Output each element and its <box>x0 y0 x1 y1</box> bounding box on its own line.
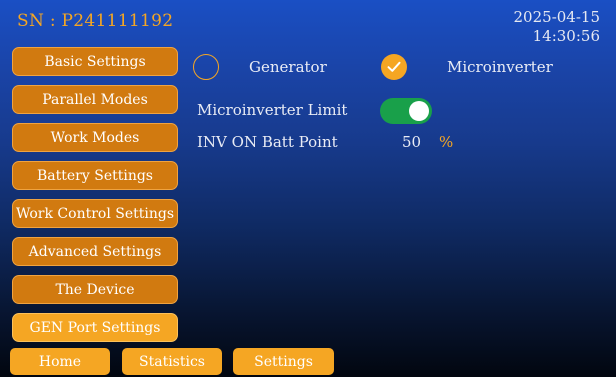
toggle-knob <box>409 101 429 121</box>
microinverter-limit-toggle[interactable] <box>380 98 432 124</box>
bottom-nav: Home Statistics Settings <box>0 348 616 377</box>
sidebar-item-work-modes[interactable]: Work Modes <box>12 123 178 152</box>
sidebar-item-parallel-modes[interactable]: Parallel Modes <box>12 85 178 114</box>
inv-on-batt-point-label: INV ON Batt Point <box>197 133 338 151</box>
microinverter-radio[interactable] <box>381 54 407 80</box>
sidebar-item-work-control-settings[interactable]: Work Control Settings <box>12 199 178 228</box>
time-text: 14:30:56 <box>532 27 600 45</box>
nav-settings-button[interactable]: Settings <box>233 348 334 375</box>
sidebar-item-battery-settings[interactable]: Battery Settings <box>12 161 178 190</box>
generator-radio[interactable] <box>193 54 219 80</box>
datetime: 2025-04-15 14:30:56 <box>514 8 600 46</box>
serial-number: SN : P241111192 <box>17 11 174 31</box>
sidebar-item-gen-port-settings[interactable]: GEN Port Settings <box>12 313 178 342</box>
nav-home-button[interactable]: Home <box>10 348 110 375</box>
checkmark-icon <box>387 61 401 72</box>
inv-on-batt-point-value[interactable]: 50 <box>402 133 421 151</box>
microinverter-label: Microinverter <box>447 58 553 76</box>
inv-on-batt-point-unit: % <box>439 133 454 151</box>
sidebar-item-advanced-settings[interactable]: Advanced Settings <box>12 237 178 266</box>
sidebar-item-the-device[interactable]: The Device <box>12 275 178 304</box>
nav-statistics-button[interactable]: Statistics <box>122 348 222 375</box>
sidebar-item-basic-settings[interactable]: Basic Settings <box>12 47 178 76</box>
microinverter-limit-label: Microinverter Limit <box>197 101 348 119</box>
generator-label: Generator <box>249 58 327 76</box>
date-text: 2025-04-15 <box>513 8 600 26</box>
